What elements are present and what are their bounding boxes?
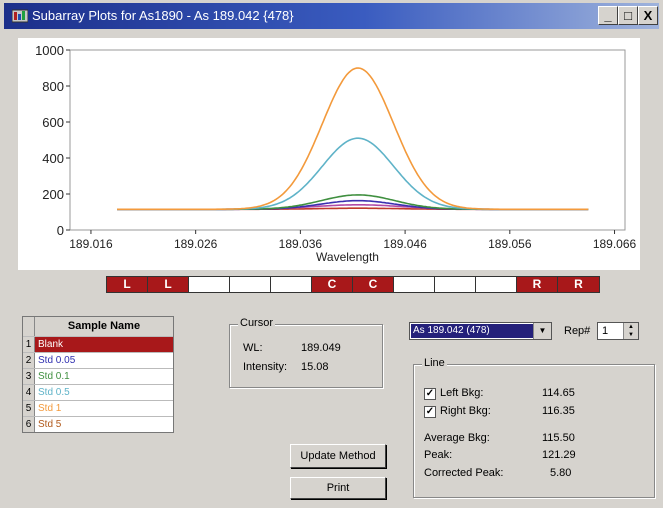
line-select-value: As 189.042 (478) xyxy=(411,324,533,338)
sample-name-cell[interactable]: Std 1 xyxy=(35,401,173,416)
table-row[interactable]: 1 Blank xyxy=(23,337,173,353)
table-row[interactable]: 2 Std 0.05 xyxy=(23,353,173,369)
corrected-peak-label: Corrected Peak: xyxy=(424,467,504,479)
row-number-header xyxy=(23,317,35,336)
y-tick-label: 1000 xyxy=(35,43,64,58)
bkg-segment[interactable]: L xyxy=(107,277,148,292)
row-number: 2 xyxy=(23,353,35,368)
table-row[interactable]: 4 Std 0.5 xyxy=(23,385,173,401)
maximize-button[interactable]: □ xyxy=(618,6,638,25)
right-bkg-checkbox[interactable]: ✓ xyxy=(424,406,436,418)
row-number: 6 xyxy=(23,417,35,432)
bkg-segment[interactable] xyxy=(230,277,271,292)
x-tick-label: 189.036 xyxy=(279,237,323,251)
bkg-segment[interactable]: L xyxy=(148,277,189,292)
y-tick-label: 0 xyxy=(57,223,64,238)
subarray-plots-window: Subarray Plots for As1890 - As 189.042 {… xyxy=(0,0,663,508)
cursor-group: Cursor WL: 189.049 Intensity: 15.08 xyxy=(229,317,383,388)
table-row[interactable]: 6 Std 5 xyxy=(23,417,173,432)
minimize-button[interactable]: _ xyxy=(598,6,618,25)
title-bar[interactable]: Subarray Plots for As1890 - As 189.042 {… xyxy=(4,3,659,29)
corrected-peak-value: 5.80 xyxy=(550,467,572,479)
sample-name-cell[interactable]: Std 0.5 xyxy=(35,385,173,400)
average-bkg-label: Average Bkg: xyxy=(424,432,490,444)
sample-name-cell[interactable]: Std 5 xyxy=(35,417,173,432)
table-row[interactable]: 3 Std 0.1 xyxy=(23,369,173,385)
bkg-segment[interactable]: C xyxy=(353,277,394,292)
sample-table-header: Sample Name xyxy=(23,317,173,337)
rep-spinner[interactable]: 1 ▲ ▼ xyxy=(597,322,639,340)
plot-area xyxy=(69,49,626,231)
left-bkg-value: 114.65 xyxy=(542,387,575,399)
left-bkg-checkbox[interactable]: ✓ xyxy=(424,388,436,400)
x-tick-label: 189.046 xyxy=(383,237,427,251)
bkg-segment[interactable]: R xyxy=(517,277,558,292)
bkg-segment[interactable] xyxy=(435,277,476,292)
wl-label: WL: xyxy=(243,342,263,354)
row-number: 3 xyxy=(23,369,35,384)
plot-panel[interactable]: 0 200 400 600 800 1000 189.016 189.026 189.036 18… xyxy=(18,38,640,270)
background-correction-bar[interactable]: LL CC RR xyxy=(106,276,600,293)
sample-name-header: Sample Name xyxy=(35,317,173,336)
y-tick-label: 600 xyxy=(42,115,64,130)
x-tick-label: 189.016 xyxy=(69,237,113,251)
row-number: 5 xyxy=(23,401,35,416)
left-bkg-label: Left Bkg: xyxy=(440,387,484,399)
wl-value: 189.049 xyxy=(301,342,341,354)
right-bkg-value: 116.35 xyxy=(542,405,575,417)
y-tick-label: 800 xyxy=(42,79,64,94)
x-tick-label: 189.066 xyxy=(593,237,637,251)
sample-name-cell[interactable]: Blank xyxy=(35,337,173,352)
rep-value: 1 xyxy=(602,325,609,337)
bkg-segment[interactable] xyxy=(271,277,312,292)
app-icon xyxy=(12,9,28,23)
bkg-segment[interactable] xyxy=(189,277,230,292)
chevron-down-icon[interactable]: ▼ xyxy=(533,323,551,339)
window-title: Subarray Plots for As1890 - As 189.042 {… xyxy=(32,8,294,23)
sample-name-cell[interactable]: Std 0.1 xyxy=(35,369,173,384)
row-number: 4 xyxy=(23,385,35,400)
sample-table[interactable]: Sample Name 1 Blank 2 Std 0.05 3 Std 0.1 4 Std … xyxy=(22,316,174,433)
x-tick-label: 189.026 xyxy=(174,237,218,251)
row-number: 1 xyxy=(23,337,35,352)
bkg-segment[interactable]: R xyxy=(558,277,599,292)
line-group-label: Line xyxy=(422,357,447,369)
print-button[interactable]: Print xyxy=(290,477,386,499)
cursor-group-label: Cursor xyxy=(238,317,276,329)
line-group: Line ✓ Left Bkg: 114.65 ✓ Right Bkg: 116… xyxy=(413,357,655,498)
line-select[interactable]: As 189.042 (478) ▼ xyxy=(409,322,552,340)
sample-name-cell[interactable]: Std 0.05 xyxy=(35,353,173,368)
bkg-segment[interactable] xyxy=(394,277,435,292)
y-tick-label: 200 xyxy=(42,187,64,202)
intensity-value: 15.08 xyxy=(301,361,329,373)
table-row[interactable]: 5 Std 1 xyxy=(23,401,173,417)
intensity-label: Intensity: xyxy=(243,361,288,373)
spinner-arrows-icon[interactable]: ▲ ▼ xyxy=(623,323,638,339)
bkg-segment[interactable]: C xyxy=(312,277,353,292)
update-method-button[interactable]: Update Method xyxy=(290,444,386,468)
average-bkg-value: 115.50 xyxy=(542,432,575,444)
subarray-chart[interactable]: 0 200 400 600 800 1000 189.016 189.026 189.036 18… xyxy=(18,38,640,270)
close-button[interactable]: X xyxy=(638,6,658,25)
peak-value: 121.29 xyxy=(542,449,576,461)
right-bkg-label: Right Bkg: xyxy=(440,405,491,417)
y-tick-label: 400 xyxy=(42,151,64,166)
peak-label: Peak: xyxy=(424,449,453,461)
bkg-segment[interactable] xyxy=(476,277,517,292)
x-tick-label: 189.056 xyxy=(488,237,532,251)
rep-label: Rep# xyxy=(564,325,591,337)
x-axis-label: Wavelength xyxy=(316,250,379,264)
